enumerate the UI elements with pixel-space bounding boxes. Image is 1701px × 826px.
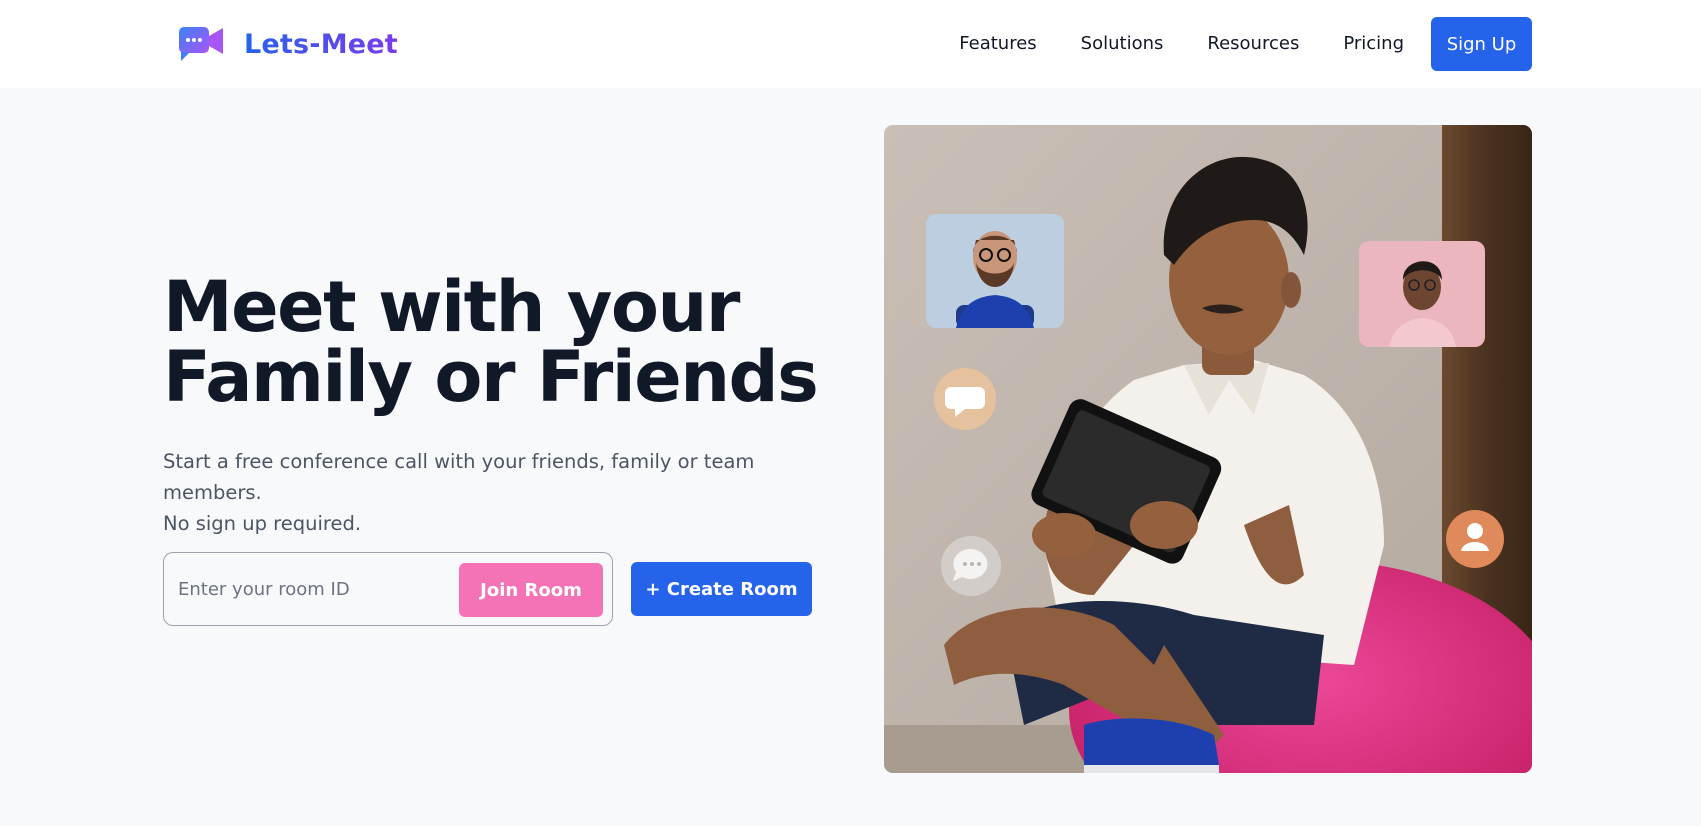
nav-link-features[interactable]: Features	[959, 17, 1036, 71]
sign-up-button[interactable]: Sign Up	[1431, 17, 1532, 71]
hero-illustration	[884, 125, 1532, 773]
avatar-card-bearded-man	[926, 214, 1064, 328]
top-navbar: Lets-Meet Features Solutions Resources P…	[0, 0, 1701, 88]
hero-title: Meet with your Family or Friends	[163, 266, 819, 418]
chat-dots-icon	[941, 536, 1001, 596]
room-id-input[interactable]	[178, 565, 438, 613]
hero-subtitle-line-1: Start a free conference call with your f…	[163, 450, 755, 504]
brand-name: Lets-Meet	[244, 28, 398, 60]
user-icon	[1446, 510, 1504, 568]
nav-link-resources[interactable]: Resources	[1207, 17, 1299, 71]
hero-title-line-1: Meet with your	[163, 266, 740, 348]
hero-subtitle-line-2: No sign up required.	[163, 512, 362, 535]
nav-links: Features Solutions Resources Pricing Sig…	[959, 17, 1532, 71]
hero-title-line-2: Family or Friends	[163, 336, 819, 418]
nav-link-pricing[interactable]: Pricing	[1343, 17, 1404, 71]
nav-link-solutions[interactable]: Solutions	[1081, 17, 1164, 71]
brand[interactable]: Lets-Meet	[178, 24, 398, 64]
chat-bubble-icon	[934, 368, 996, 430]
create-room-button[interactable]: + Create Room	[631, 562, 812, 616]
join-room-button[interactable]: Join Room	[459, 563, 603, 617]
hero-photo	[884, 125, 1532, 773]
video-chat-icon	[179, 27, 223, 61]
join-room-form: Join Room	[163, 552, 613, 626]
avatar-card-young-man	[1359, 241, 1485, 347]
hero-subtitle: Start a free conference call with your f…	[163, 446, 823, 539]
